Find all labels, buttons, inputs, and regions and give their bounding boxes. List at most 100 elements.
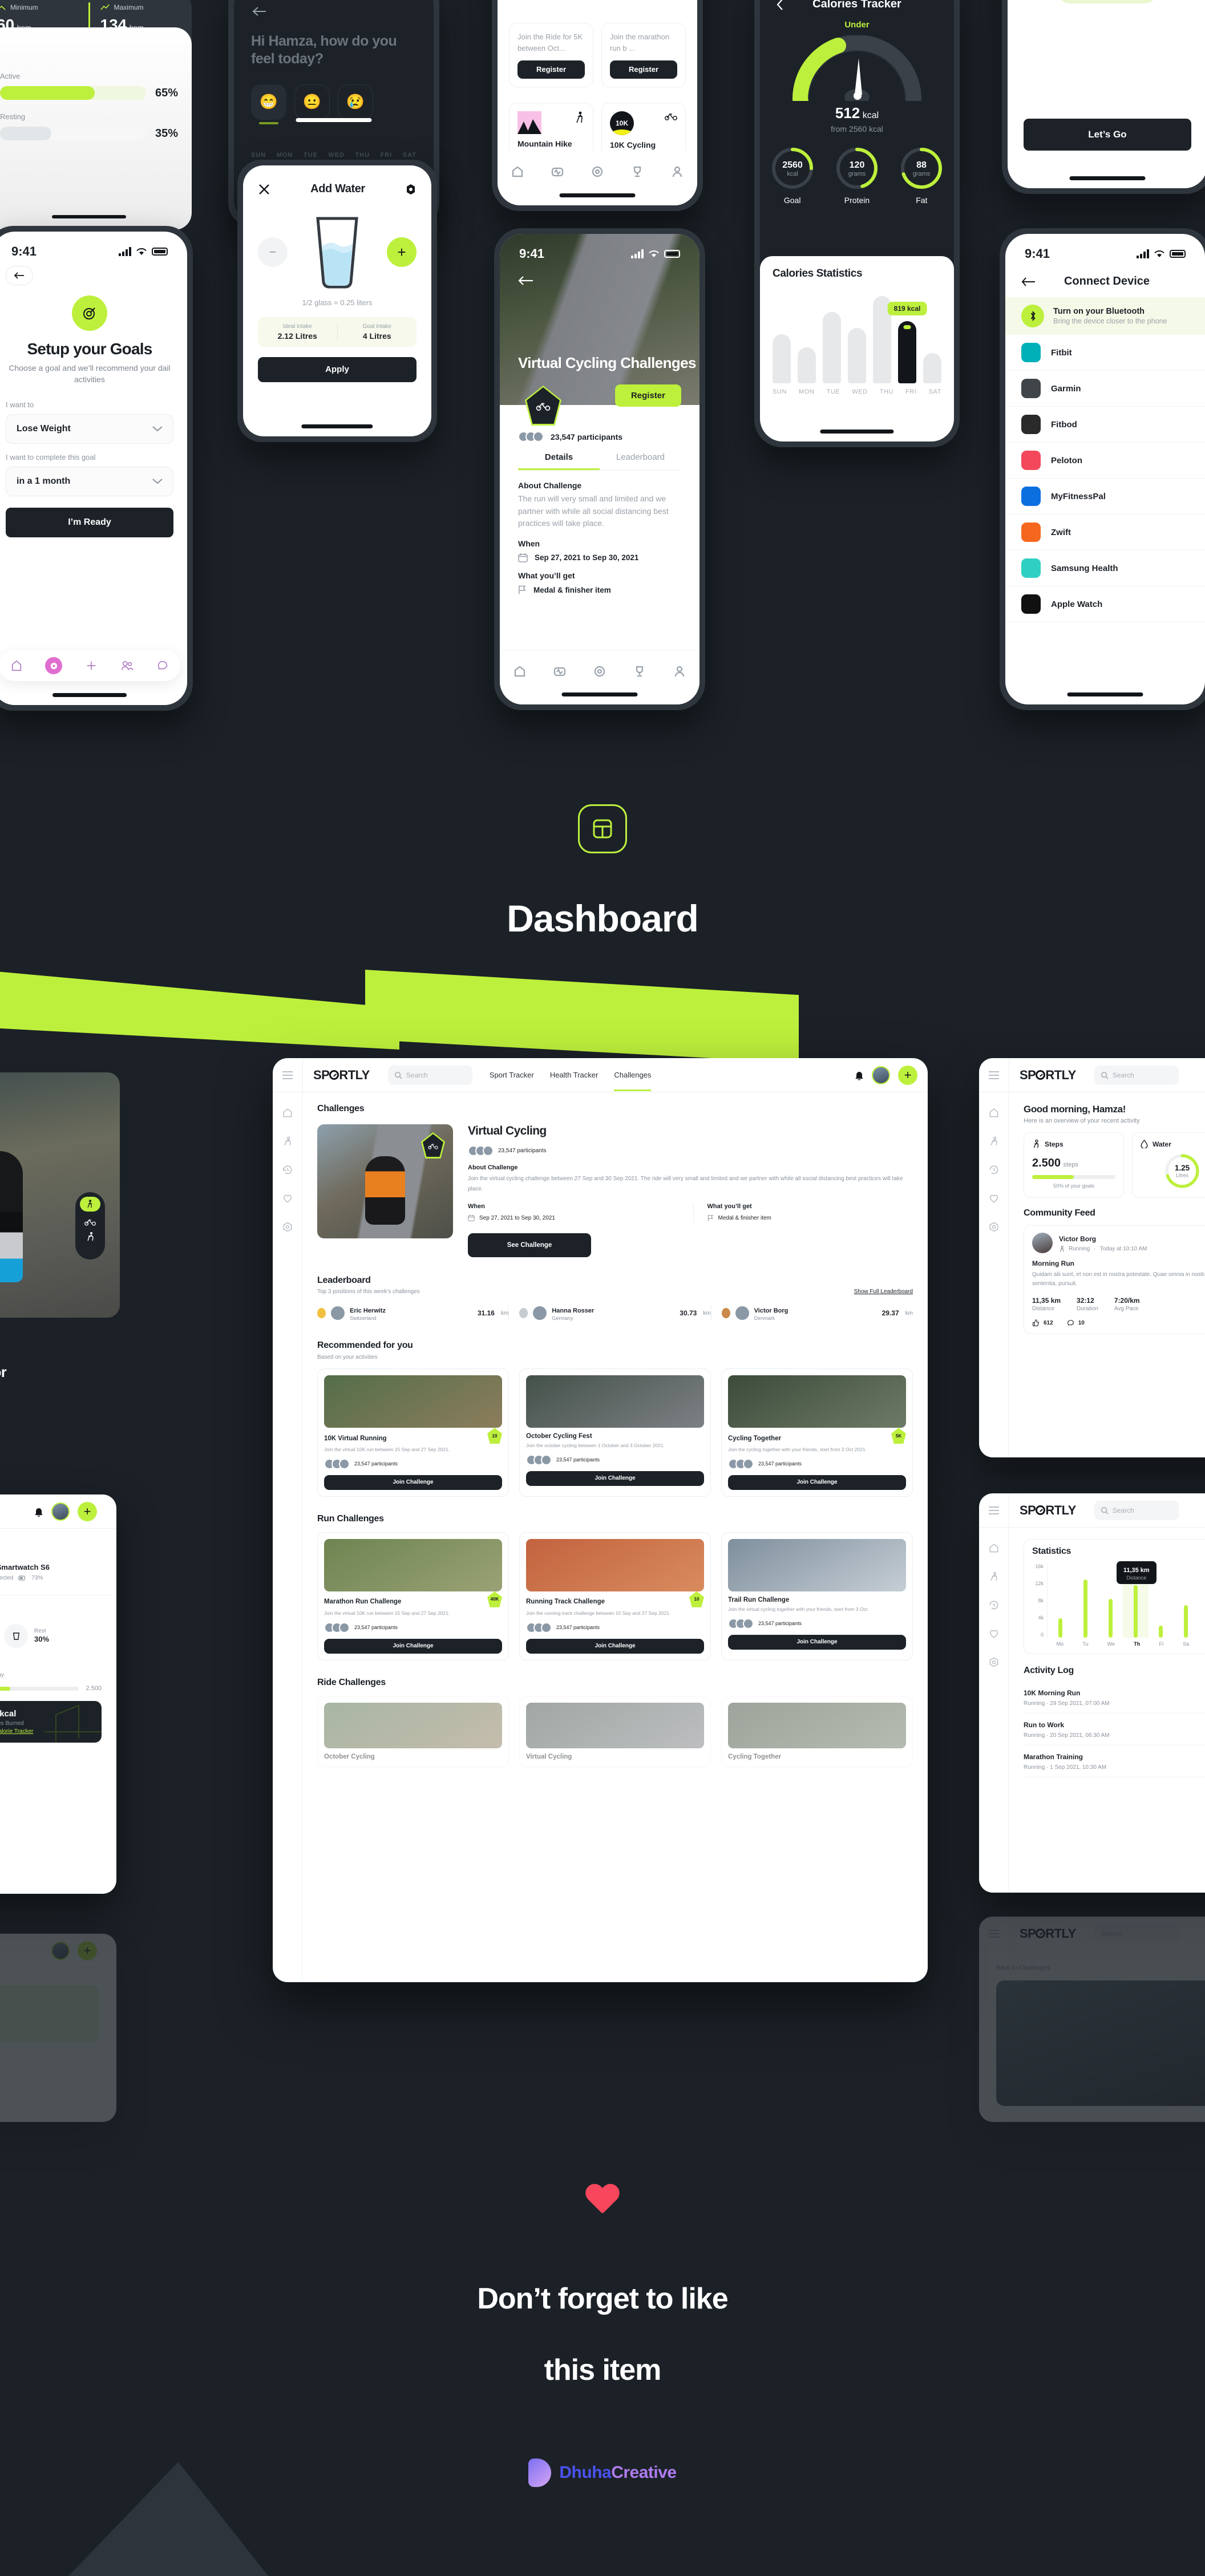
search-input[interactable]: Search — [387, 1065, 472, 1085]
goal-select[interactable]: Lose Weight — [6, 414, 173, 444]
activity-icon[interactable] — [553, 665, 567, 678]
mood-option-neutral[interactable]: 😐 — [294, 84, 330, 120]
challenge-card[interactable]: October Cycling Fest Join the october cyc… — [519, 1368, 711, 1497]
join-challenge-button[interactable]: Join Challenge — [324, 1638, 502, 1654]
see-challenge-button[interactable]: See Challenge — [468, 1233, 591, 1257]
add-button[interactable]: + — [898, 1065, 917, 1085]
activity-icon[interactable] — [551, 165, 564, 179]
leaderboard-row[interactable]: Victor Borg Denmark 29.37 km — [710, 1305, 913, 1321]
mood-option-sad[interactable]: 😢 — [338, 84, 373, 120]
device-list-item[interactable]: Fitbod — [1005, 407, 1205, 443]
register-button[interactable]: Register — [517, 60, 585, 79]
sidebar-item-home[interactable] — [988, 1107, 1000, 1119]
sidebar-item-settings[interactable] — [282, 1221, 293, 1233]
challenge-card[interactable]: Trail Run Challenge Join the virtual cycl… — [721, 1532, 913, 1660]
profile-icon[interactable] — [673, 665, 686, 678]
challenge-card[interactable]: 10K Virtual Running 10 Join the virtual 10… — [317, 1368, 509, 1497]
search-input[interactable]: Search — [1094, 1500, 1179, 1520]
sidebar-item-running[interactable] — [988, 1136, 1000, 1147]
apply-button[interactable]: Apply — [258, 357, 417, 382]
lets-go-button[interactable]: Let’s Go — [1024, 119, 1191, 151]
menu-icon[interactable] — [273, 1071, 302, 1079]
add-button[interactable]: + — [78, 1941, 97, 1961]
target-icon[interactable] — [591, 165, 604, 179]
target-tab[interactable] — [45, 657, 63, 674]
join-challenge-button[interactable]: Join Challenge — [728, 1475, 906, 1490]
increase-water-button[interactable]: + — [387, 237, 417, 267]
activity-log-row[interactable]: Run to Work Running · 20 Sep 2021, 06:30 … — [1024, 1714, 1205, 1745]
duration-select[interactable]: in a 1 month — [6, 466, 173, 496]
sidebar-item-running[interactable] — [282, 1136, 293, 1147]
device-list-item[interactable]: Peloton — [1005, 443, 1205, 479]
join-challenge-button[interactable]: Join Challenge — [526, 1471, 704, 1486]
sidebar-item-history[interactable] — [988, 1164, 1000, 1176]
sidebar-item-running[interactable] — [988, 1571, 1000, 1582]
run-mode-icon[interactable] — [86, 1232, 95, 1242]
challenge-card[interactable]: Virtual Cycling — [519, 1695, 711, 1767]
join-challenge-button[interactable]: Join Challenge — [324, 1475, 502, 1490]
avatar[interactable] — [51, 1502, 70, 1521]
challenge-card[interactable]: Cycling Together — [721, 1695, 913, 1767]
target-icon[interactable] — [593, 665, 606, 678]
sidebar-item-health[interactable] — [988, 1628, 1000, 1639]
profile-icon[interactable] — [670, 165, 684, 179]
close-icon[interactable] — [258, 183, 270, 196]
device-list-item[interactable]: Samsung Health — [1005, 550, 1205, 586]
im-ready-button[interactable]: I’m Ready — [6, 507, 173, 537]
nav-challenges[interactable]: Challenges — [614, 1071, 652, 1091]
challenge-card[interactable]: Join the marathon run b ... Register — [601, 23, 686, 87]
sidebar-item-home[interactable] — [988, 1542, 1000, 1554]
tab-leaderboard[interactable]: Leaderboard — [600, 452, 681, 470]
sidebar-item-health[interactable] — [282, 1193, 293, 1204]
back-arrow-icon[interactable] — [251, 6, 267, 17]
device-list-item[interactable]: Fitbit — [1005, 335, 1205, 371]
trophy-icon[interactable] — [633, 665, 646, 678]
comment-button[interactable]: 10 — [1067, 1319, 1085, 1327]
bell-icon[interactable] — [34, 1506, 43, 1517]
like-button[interactable]: 612 — [1032, 1319, 1053, 1327]
join-challenge-button[interactable]: Join Challenge — [526, 1638, 704, 1654]
nav-sport-tracker[interactable]: Sport Tracker — [490, 1071, 534, 1079]
tab-details[interactable]: Details — [518, 452, 600, 470]
sidebar-item-settings[interactable] — [988, 1221, 1000, 1233]
device-list-item[interactable]: Apple Watch — [1005, 586, 1205, 622]
home-icon[interactable] — [511, 165, 524, 179]
bluetooth-banner[interactable]: Turn on your Bluetooth Bring the device … — [1005, 297, 1205, 335]
gear-icon[interactable] — [405, 184, 417, 195]
home-icon[interactable] — [513, 665, 527, 678]
challenge-card[interactable]: October Cycling — [317, 1695, 509, 1767]
device-list-item[interactable]: MyFitnessPal — [1005, 479, 1205, 515]
device-list-item[interactable]: Zwift — [1005, 515, 1205, 550]
show-full-leaderboard-link[interactable]: Show Full Leaderboard — [854, 1289, 913, 1295]
sidebar-item-history[interactable] — [988, 1599, 1000, 1611]
leaderboard-row[interactable]: Eric Herwitz Switzerland 31.16 km — [317, 1305, 508, 1321]
chat-icon[interactable] — [156, 659, 169, 672]
challenge-card[interactable]: Marathon Run Challenge 40K Join the virtua… — [317, 1532, 509, 1660]
set-target-button[interactable]: Set target — [1057, 0, 1158, 3]
cycle-mode-icon[interactable] — [84, 1217, 96, 1226]
trophy-icon[interactable] — [630, 165, 644, 179]
calorie-tracker-link[interactable]: See Calorie Tracker — [0, 1728, 33, 1735]
mood-option-happy[interactable]: 😁 — [251, 84, 286, 124]
sidebar-item-history[interactable] — [282, 1164, 293, 1176]
challenge-card[interactable]: Cycling Together 5K Join the cycling toget… — [721, 1368, 913, 1497]
sidebar-item-health[interactable] — [988, 1193, 1000, 1204]
join-challenge-button[interactable]: Join Challenge — [728, 1634, 906, 1650]
sidebar-item-home[interactable] — [282, 1107, 293, 1119]
menu-icon[interactable] — [979, 1071, 1009, 1079]
sidebar-item-settings[interactable] — [988, 1656, 1000, 1668]
activity-log-row[interactable]: Marathon Training Running · 1 Sep 2021, 1… — [1024, 1745, 1205, 1777]
back-arrow-icon[interactable] — [518, 275, 534, 286]
register-button[interactable]: Register — [610, 60, 677, 79]
back-button[interactable] — [6, 266, 33, 285]
register-button[interactable]: Register — [614, 384, 681, 407]
decrease-water-button[interactable]: − — [258, 237, 288, 267]
challenge-card[interactable]: Join the Ride for 5K between Oct... Regi… — [509, 23, 593, 87]
friends-icon[interactable] — [120, 659, 134, 672]
calories-burned-card[interactable]: 256 kcal Calories Burned See Calorie Tra… — [0, 1701, 102, 1743]
home-icon[interactable] — [10, 659, 23, 672]
nav-health-tracker[interactable]: Health Tracker — [550, 1071, 599, 1079]
bell-icon[interactable] — [855, 1070, 864, 1080]
avatar[interactable] — [51, 1941, 70, 1960]
activity-switcher[interactable] — [75, 1192, 105, 1259]
